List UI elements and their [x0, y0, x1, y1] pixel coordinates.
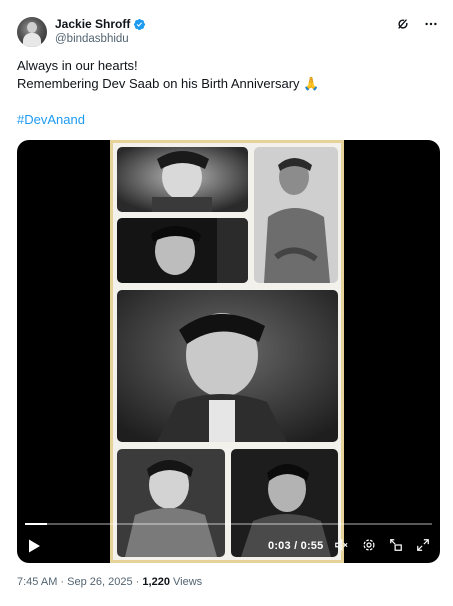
tweet-card: Jackie Shroff @bindasbhidu Always in our…: [0, 0, 453, 606]
video-time: 0:03 / 0:55: [268, 540, 323, 552]
photo-tile-1: [117, 147, 248, 212]
views-count: 1,220: [142, 576, 170, 588]
video-player[interactable]: 0:03 / 0:55: [17, 140, 440, 563]
photo-tile-5: [117, 449, 225, 557]
video-time-separator: /: [294, 540, 298, 552]
video-duration: 0:55: [300, 540, 324, 552]
top-actions: [395, 16, 439, 32]
avatar-body: [23, 33, 41, 47]
avatar-head: [27, 22, 37, 33]
video-current-time: 0:03: [268, 540, 291, 552]
author-handle[interactable]: @bindasbhidu: [55, 33, 129, 45]
hashtag-link[interactable]: #DevAnand: [17, 112, 85, 127]
post-date[interactable]: Sep 26, 2025: [67, 576, 132, 588]
play-icon[interactable]: [26, 538, 42, 554]
mute-icon[interactable]: [334, 538, 348, 552]
tweet-line-2-text: Remembering Dev Saab on his Birth Annive…: [17, 76, 300, 91]
author-display-name[interactable]: Jackie Shroff: [55, 17, 130, 31]
photo-tile-2: [254, 147, 338, 283]
views-label: Views: [173, 576, 203, 588]
folded-hands-emoji-icon: 🙏: [303, 76, 320, 91]
post-time[interactable]: 7:45 AM: [17, 576, 57, 588]
photo-tile-4: [117, 290, 338, 442]
pip-icon[interactable]: [389, 538, 403, 552]
video-progress-fill: [25, 523, 48, 525]
tweet-line-2: Remembering Dev Saab on his Birth Annive…: [17, 75, 319, 93]
author-name-row: Jackie Shroff: [55, 17, 146, 31]
more-options-icon[interactable]: [423, 16, 439, 32]
fullscreen-icon[interactable]: [416, 538, 430, 552]
photo-tile-3: [117, 218, 248, 283]
tweet-text: Always in our hearts! Remembering Dev Sa…: [17, 57, 319, 93]
verified-badge-icon: [133, 18, 146, 31]
settings-icon[interactable]: [362, 538, 376, 552]
meta-dot-2: ·: [135, 576, 140, 588]
tweet-meta: 7:45 AM · Sep 26, 2025 · 1,220 Views: [17, 576, 202, 588]
tweet-line-1: Always in our hearts!: [17, 58, 138, 73]
avatar[interactable]: [17, 17, 47, 47]
grok-icon[interactable]: [395, 16, 411, 32]
meta-dot-1: ·: [60, 576, 65, 588]
video-progress-bar[interactable]: [25, 523, 432, 525]
